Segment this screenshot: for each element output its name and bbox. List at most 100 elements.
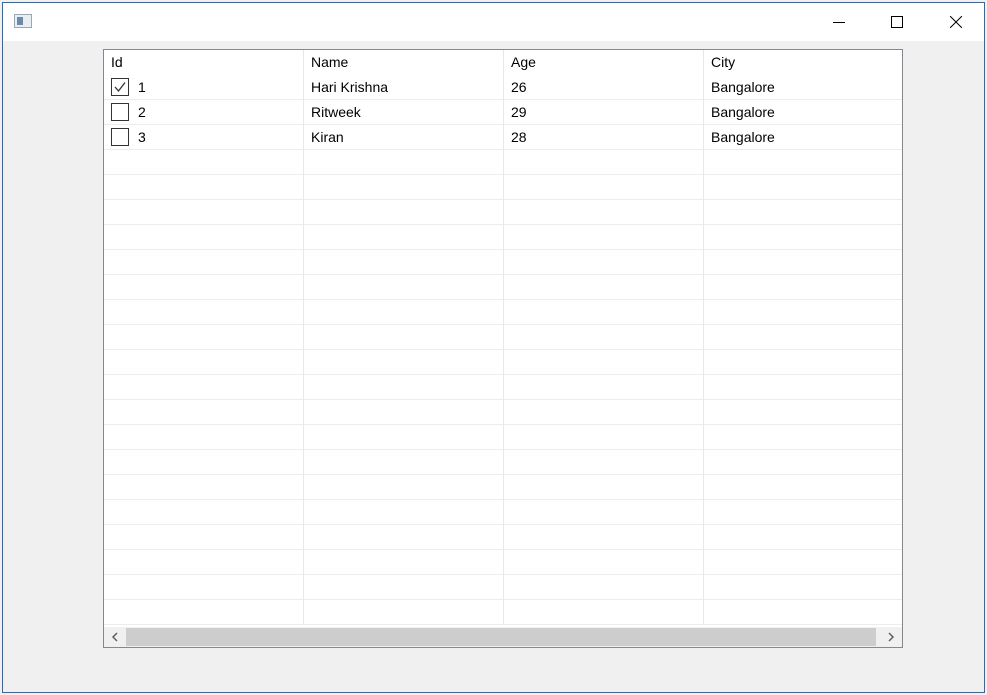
cell-city[interactable]: Bangalore — [704, 100, 902, 125]
empty-table-row — [104, 150, 902, 175]
cell-age — [504, 425, 704, 450]
title-bar[interactable] — [3, 3, 984, 41]
cell-text: 1 — [138, 78, 146, 95]
minimize-icon — [833, 22, 845, 23]
table-row[interactable]: 3 Kiran 28 Bangalore — [104, 125, 902, 150]
cell-city — [704, 250, 902, 275]
column-header-id[interactable]: Id — [104, 50, 304, 75]
scroll-right-button[interactable] — [880, 627, 902, 647]
cell-text: 28 — [511, 128, 527, 145]
app-window-icon — [14, 14, 32, 28]
table-row[interactable]: 2 Ritweek 29 Bangalore — [104, 100, 902, 125]
cell-age — [504, 525, 704, 550]
cell-age — [504, 175, 704, 200]
cell-name — [304, 300, 504, 325]
cell-name — [304, 350, 504, 375]
cell-age — [504, 500, 704, 525]
row-checkbox[interactable] — [111, 103, 129, 121]
cell-age — [504, 150, 704, 175]
cell-id — [104, 200, 304, 225]
cell-id — [104, 550, 304, 575]
cell-age — [504, 550, 704, 575]
cell-city — [704, 600, 902, 625]
cell-name — [304, 550, 504, 575]
checkmark-icon — [114, 82, 126, 93]
column-header-city[interactable]: City — [704, 50, 902, 75]
row-checkbox[interactable] — [111, 78, 129, 96]
minimize-button[interactable] — [810, 3, 868, 41]
chevron-right-icon — [888, 632, 895, 642]
cell-age — [504, 275, 704, 300]
empty-table-row — [104, 400, 902, 425]
close-icon — [950, 16, 962, 28]
cell-name — [304, 425, 504, 450]
cell-city — [704, 350, 902, 375]
cell-age — [504, 200, 704, 225]
cell-age — [504, 225, 704, 250]
table-row[interactable]: 1 Hari Krishna 26 Bangalore — [104, 75, 902, 100]
cell-id — [104, 250, 304, 275]
cell-age — [504, 350, 704, 375]
cell-age — [504, 600, 704, 625]
cell-text: Hari Krishna — [311, 78, 389, 95]
cell-id — [104, 600, 304, 625]
empty-table-row — [104, 525, 902, 550]
cell-text: Bangalore — [711, 128, 775, 145]
cell-name — [304, 475, 504, 500]
empty-table-row — [104, 575, 902, 600]
close-button[interactable] — [927, 3, 985, 41]
empty-table-row — [104, 475, 902, 500]
column-header-name[interactable]: Name — [304, 50, 504, 75]
row-checkbox[interactable] — [111, 128, 129, 146]
cell-city — [704, 150, 902, 175]
cell-city[interactable]: Bangalore — [704, 125, 902, 150]
cell-age — [504, 575, 704, 600]
cell-id — [104, 150, 304, 175]
cell-name[interactable]: Hari Krishna — [304, 75, 504, 100]
cell-id — [104, 350, 304, 375]
scroll-left-button[interactable] — [104, 627, 126, 647]
data-grid[interactable]: Id Name Age City 1 Hari Krishna 26 Bangalor… — [103, 49, 903, 648]
cell-city — [704, 525, 902, 550]
cell-name — [304, 525, 504, 550]
cell-age — [504, 250, 704, 275]
horizontal-scrollbar[interactable] — [104, 627, 902, 647]
cell-city — [704, 550, 902, 575]
cell-city — [704, 425, 902, 450]
cell-id — [104, 475, 304, 500]
cell-age — [504, 475, 704, 500]
cell-id[interactable]: 2 — [104, 100, 304, 125]
cell-id[interactable]: 3 — [104, 125, 304, 150]
cell-name[interactable]: Ritweek — [304, 100, 504, 125]
cell-age[interactable]: 26 — [504, 75, 704, 100]
cell-id — [104, 325, 304, 350]
cell-text: Ritweek — [311, 103, 361, 120]
cell-id[interactable]: 1 — [104, 75, 304, 100]
cell-age — [504, 400, 704, 425]
column-header-label: City — [711, 54, 736, 70]
cell-name — [304, 400, 504, 425]
cell-age[interactable]: 29 — [504, 100, 704, 125]
maximize-icon — [891, 16, 903, 28]
cell-age — [504, 300, 704, 325]
empty-table-row — [104, 450, 902, 475]
scroll-thumb[interactable] — [126, 628, 876, 646]
cell-id — [104, 425, 304, 450]
cell-name — [304, 150, 504, 175]
cell-name[interactable]: Kiran — [304, 125, 504, 150]
cell-id — [104, 400, 304, 425]
column-header-label: Id — [111, 54, 123, 70]
cell-city[interactable]: Bangalore — [704, 75, 902, 100]
cell-city — [704, 475, 902, 500]
cell-city — [704, 400, 902, 425]
cell-text: 26 — [511, 78, 527, 95]
empty-table-row — [104, 600, 902, 625]
cell-id — [104, 450, 304, 475]
cell-name — [304, 500, 504, 525]
cell-id — [104, 375, 304, 400]
cell-city — [704, 200, 902, 225]
cell-age[interactable]: 28 — [504, 125, 704, 150]
cell-city — [704, 175, 902, 200]
column-header-age[interactable]: Age — [504, 50, 704, 75]
maximize-button[interactable] — [868, 3, 926, 41]
